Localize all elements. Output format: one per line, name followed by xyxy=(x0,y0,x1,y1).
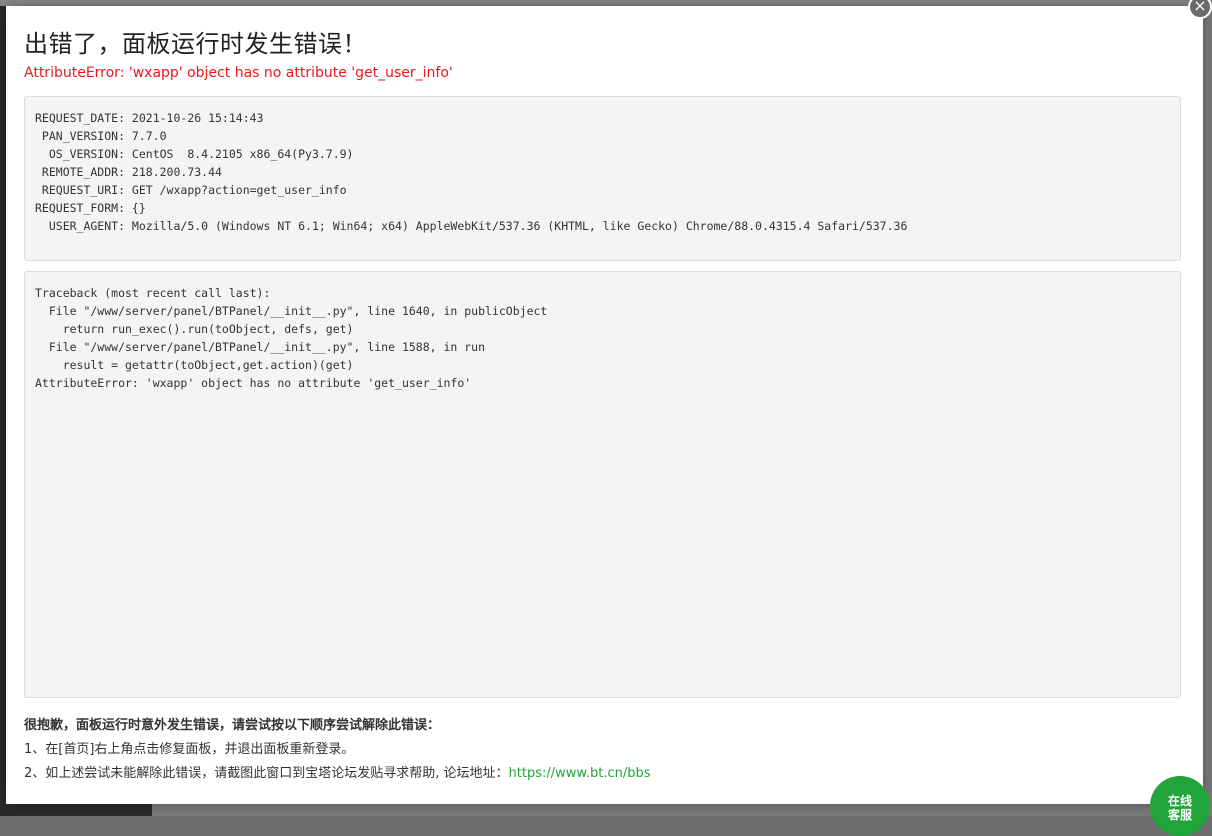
error-message: AttributeError: 'wxapp' object has no at… xyxy=(24,65,453,81)
online-support-button[interactable]: 在线 客服 xyxy=(1150,776,1210,836)
help-step-1: 1、在[首页]右上角点击修复面板，并退出面板重新登录。 xyxy=(24,742,355,757)
traceback-panel: Traceback (most recent call last): File … xyxy=(24,271,1181,698)
request-info-panel: REQUEST_DATE: 2021-10-26 15:14:43 PAN_VE… xyxy=(24,96,1181,261)
request-info-text: REQUEST_DATE: 2021-10-26 15:14:43 PAN_VE… xyxy=(35,111,908,233)
dialog-title: 出错了，面板运行时发生错误！ xyxy=(24,30,367,58)
help-step-2-text: 2、如上述尝试未能解除此错误，请截图此窗口到宝塔论坛发贴寻求帮助, 论坛地址： xyxy=(24,766,509,781)
help-heading: 很抱歉，面板运行时意外发生错误，请尝试按以下顺序尝试解除此错误： xyxy=(24,718,441,733)
help-step-2: 2、如上述尝试未能解除此错误，请截图此窗口到宝塔论坛发贴寻求帮助, 论坛地址：h… xyxy=(24,762,1174,786)
error-dialog: 出错了，面板运行时发生错误！ AttributeError: 'wxapp' o… xyxy=(6,6,1203,804)
help-section: 很抱歉，面板运行时意外发生错误，请尝试按以下顺序尝试解除此错误： 1、在[首页]… xyxy=(24,714,1174,786)
online-support-label-1: 在线 xyxy=(1167,794,1192,808)
online-support-label-2: 客服 xyxy=(1167,808,1192,822)
forum-link[interactable]: https://www.bt.cn/bbs xyxy=(509,766,651,781)
traceback-text: Traceback (most recent call last): File … xyxy=(35,286,548,390)
